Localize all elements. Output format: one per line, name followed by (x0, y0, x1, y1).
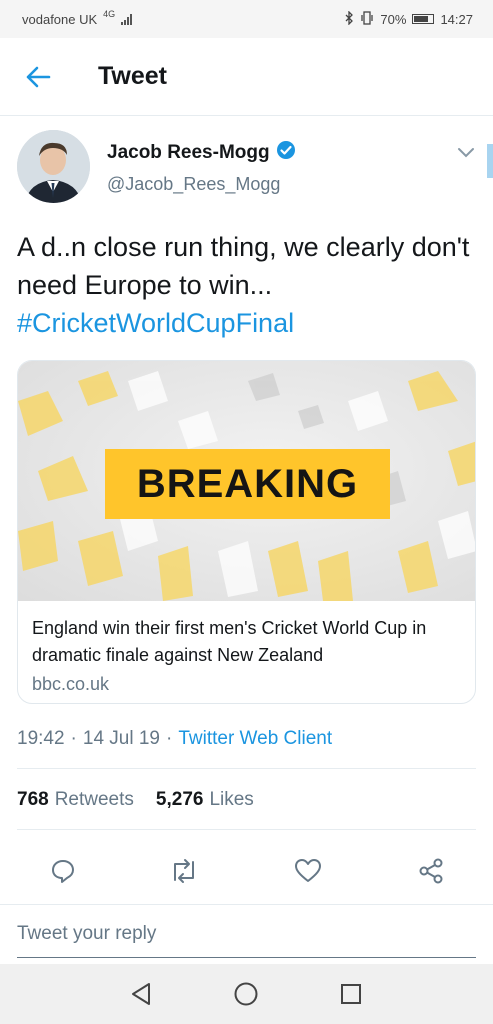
back-triangle-icon (132, 983, 150, 1005)
tweet-meta: 19:42 · 14 Jul 19 · Twitter Web Client (17, 728, 332, 750)
reply-underline (17, 957, 476, 958)
meta-separator: · (166, 728, 173, 749)
network-label: 4G (103, 9, 116, 19)
like-label[interactable]: Likes (209, 789, 253, 811)
like-button[interactable] (292, 855, 324, 887)
reply-button[interactable] (47, 855, 79, 887)
link-card[interactable]: BREAKING England win their first men's C… (17, 360, 476, 704)
battery-percent: 70% (380, 11, 407, 27)
tweet-body: A d..n close run thing, we clearly don't… (17, 232, 470, 300)
tweet-client-link[interactable]: Twitter Web Client (178, 728, 332, 750)
tweet-stats: 768 Retweets 5,276 Likes (17, 789, 254, 811)
nav-back-button[interactable] (126, 979, 156, 1009)
verified-badge-icon (276, 140, 296, 165)
nav-recents-button[interactable] (336, 979, 366, 1009)
author-handle[interactable]: @Jacob_Rees_Mogg (107, 174, 296, 195)
clock: 14:27 (440, 11, 473, 27)
back-button[interactable] (0, 38, 76, 116)
tweet-menu-button[interactable] (457, 146, 475, 164)
reply-input[interactable] (17, 919, 476, 949)
signal-icon (121, 13, 133, 25)
chevron-down-icon (458, 148, 474, 158)
retweet-button[interactable] (168, 855, 200, 887)
hashtag-link[interactable]: #CricketWorldCupFinal (17, 304, 477, 342)
scroll-indicator (487, 144, 493, 178)
retweet-label[interactable]: Retweets (55, 789, 134, 811)
battery-icon (412, 14, 435, 24)
tweet-text: A d..n close run thing, we clearly don't… (17, 228, 477, 342)
retweet-count[interactable]: 768 (17, 789, 49, 811)
tweet-time: 19:42 (17, 728, 65, 749)
tweet-date: 14 Jul 19 (82, 728, 160, 749)
divider (17, 768, 476, 769)
share-icon (419, 858, 443, 884)
recents-square-icon (341, 984, 361, 1004)
retweet-icon (174, 859, 194, 883)
app-header: Tweet (0, 38, 493, 116)
tweet-author[interactable]: Jacob Rees-Mogg @Jacob_Rees_Mogg (17, 130, 296, 203)
card-title[interactable]: England win their first men's Cricket Wo… (32, 615, 461, 669)
page-title: Tweet (98, 62, 167, 90)
status-bar: vodafone UK 4G 70% 14:27 (0, 0, 493, 38)
tweet-actions (0, 843, 493, 899)
heart-icon (295, 859, 321, 882)
system-nav-bar (0, 964, 493, 1024)
reply-icon (52, 860, 74, 883)
carrier-label: vodafone UK (22, 11, 98, 27)
bluetooth-icon (344, 9, 354, 28)
home-circle-icon (234, 982, 258, 1006)
share-button[interactable] (415, 855, 447, 887)
card-image: BREAKING (18, 361, 475, 601)
divider (17, 829, 476, 830)
avatar[interactable] (17, 130, 90, 203)
reply-composer (0, 904, 493, 964)
like-count[interactable]: 5,276 (156, 789, 204, 811)
card-domain: bbc.co.uk (32, 674, 110, 694)
author-name[interactable]: Jacob Rees-Mogg (107, 142, 270, 164)
vibrate-icon (360, 10, 374, 28)
breaking-banner: BREAKING (105, 449, 390, 519)
nav-home-button[interactable] (231, 979, 261, 1009)
meta-separator: · (70, 728, 77, 749)
back-arrow-icon (26, 66, 51, 87)
